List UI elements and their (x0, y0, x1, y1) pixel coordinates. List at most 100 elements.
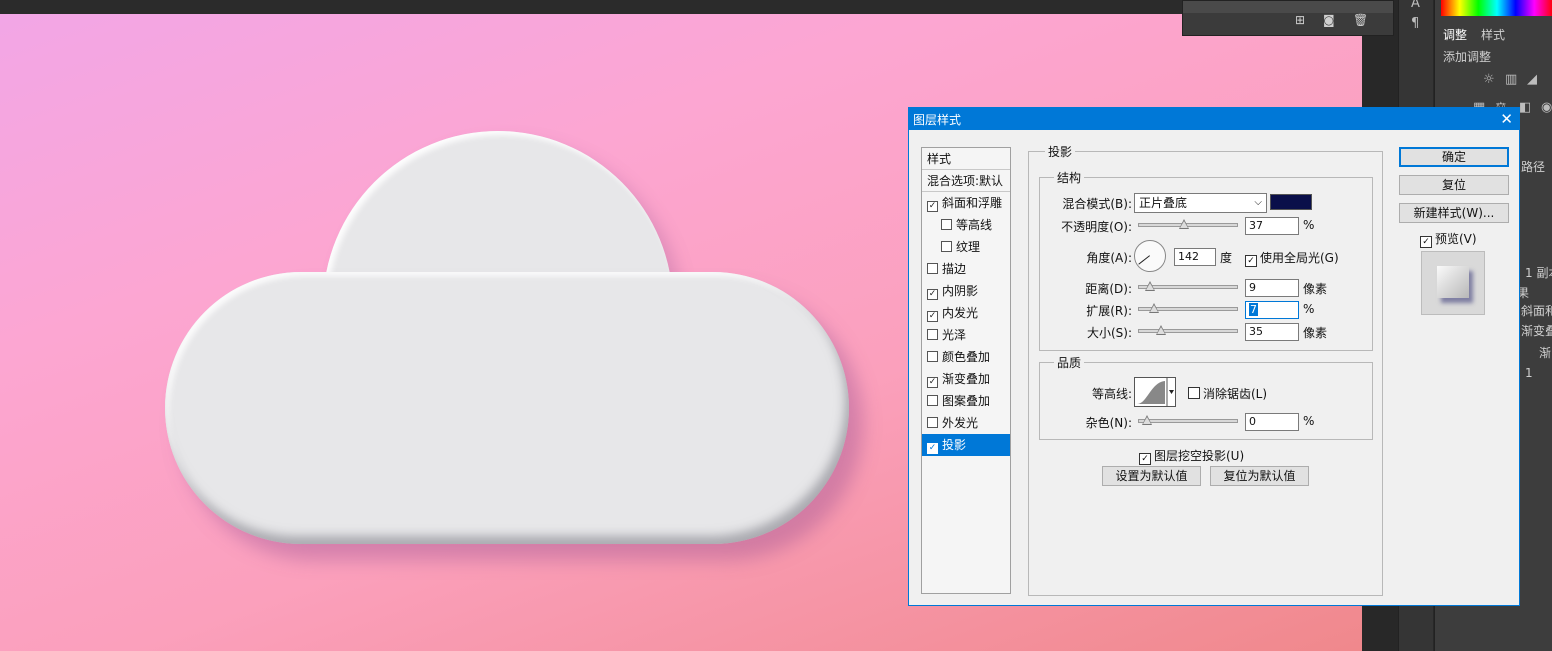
checkbox-box[interactable] (927, 395, 938, 406)
style-item[interactable]: 描边 (922, 258, 1010, 280)
style-item[interactable]: 图案叠加 (922, 390, 1010, 412)
layer-row-mini[interactable] (1183, 1, 1393, 13)
spread-input[interactable]: 7 (1245, 301, 1299, 319)
style-item[interactable]: 纹理 (922, 236, 1010, 258)
angle-label: 角度(A): (1086, 251, 1132, 265)
knockout-checkbox[interactable]: ✓ 图层挖空投影(U) (1139, 447, 1244, 465)
layer-one-name[interactable]: 1 (1525, 366, 1533, 380)
spread-slider[interactable] (1138, 303, 1238, 313)
fx-new-item[interactable]: 渐 (1539, 344, 1551, 361)
checkbox-box[interactable]: ✓ (927, 201, 938, 212)
fx-bevel-item[interactable]: 斜面和 (1521, 302, 1552, 319)
camera-icon[interactable]: ◙ (1323, 13, 1335, 27)
style-item[interactable]: 颜色叠加 (922, 346, 1010, 368)
antialias-checkbox[interactable]: 消除锯齿(L) (1188, 385, 1267, 402)
layer-style-dialog: 图层样式 ✕ 样式 混合选项:默认 ✓ 斜面和浮雕 等高线 纹理 描边 ✓ 内阴影 ✓ 内发光光… (908, 107, 1520, 606)
layer-copy-name[interactable]: 1 副本 (1525, 264, 1552, 281)
style-item-label: 图案叠加 (942, 394, 991, 408)
checkbox-box[interactable]: ✓ (927, 443, 938, 454)
close-icon[interactable]: ✕ (1500, 110, 1513, 128)
checkbox-box[interactable] (927, 417, 938, 428)
style-item[interactable]: 光泽 (922, 324, 1010, 346)
layers-mini-panel: ⊞ ◙ 🗑 (1182, 0, 1394, 36)
dialog-titlebar[interactable]: 图层样式 ✕ (909, 108, 1519, 130)
checkbox-box[interactable] (927, 329, 938, 340)
reset-default-button[interactable]: 复位为默认值 (1210, 466, 1309, 486)
style-item-label: 投影 (942, 438, 967, 452)
checkbox-box: ✓ (1420, 236, 1432, 248)
slider-thumb[interactable] (1179, 219, 1189, 229)
slider-thumb[interactable] (1149, 303, 1159, 313)
checkbox-box[interactable] (941, 219, 952, 230)
checkbox-box[interactable]: ✓ (927, 377, 938, 388)
distance-slider[interactable] (1138, 281, 1238, 291)
reset-button[interactable]: 复位 (1399, 175, 1509, 195)
paragraph-icon[interactable]: ¶ (1411, 16, 1419, 31)
checkbox-box[interactable]: ✓ (927, 289, 938, 300)
structure-legend: 结构 (1054, 169, 1085, 186)
checkbox-box: ✓ (1245, 255, 1257, 267)
style-item[interactable]: ✓ 内阴影 (922, 280, 1010, 302)
style-item[interactable]: ✓ 内发光 (922, 302, 1010, 324)
slider-thumb[interactable] (1142, 415, 1152, 425)
make-default-button[interactable]: 设置为默认值 (1102, 466, 1201, 486)
distance-input[interactable]: 9 (1245, 279, 1299, 297)
style-item[interactable]: ✓ 渐变叠加 (922, 368, 1010, 390)
section-title: 投影 (1045, 143, 1076, 160)
blend-mode-select[interactable]: 正片叠底 ⌵ (1134, 193, 1267, 213)
noise-label: 杂色(N): (1085, 416, 1132, 430)
contour-curve (1137, 378, 1174, 406)
brightness-icon[interactable]: ☼ (1483, 72, 1495, 87)
contour-picker[interactable] (1134, 377, 1176, 407)
noise-unit: % (1303, 414, 1315, 428)
character-icon[interactable]: A (1411, 0, 1420, 11)
noise-slider[interactable] (1138, 415, 1238, 425)
style-item[interactable]: 等高线 (922, 214, 1010, 236)
photo-filter-icon[interactable]: ◉ (1541, 100, 1552, 115)
checkbox-box[interactable]: ✓ (927, 311, 938, 322)
style-item[interactable]: ✓ 投影 (922, 434, 1010, 456)
blend-options-item[interactable]: 混合选项:默认 (922, 170, 1010, 192)
size-input[interactable]: 35 (1245, 323, 1299, 341)
shadow-color-swatch[interactable] (1270, 194, 1312, 210)
tab-styles[interactable]: 样式 (1481, 26, 1505, 43)
size-slider[interactable] (1138, 325, 1238, 335)
bw-icon[interactable]: ◧ (1519, 100, 1531, 115)
trash-icon[interactable]: 🗑 (1353, 13, 1368, 27)
noise-input[interactable]: 0 (1245, 413, 1299, 431)
quality-legend: 品质 (1054, 354, 1085, 371)
angle-needle (1138, 255, 1150, 265)
checkbox-box[interactable] (927, 351, 938, 362)
new-layer-icon[interactable]: ⊞ (1295, 13, 1305, 27)
slider-thumb[interactable] (1145, 281, 1155, 291)
checkbox-box (1188, 387, 1200, 399)
styles-header[interactable]: 样式 (922, 148, 1010, 170)
opacity-slider[interactable] (1138, 219, 1238, 229)
checkbox-box[interactable] (941, 241, 952, 252)
color-spectrum[interactable] (1441, 0, 1552, 16)
opacity-input[interactable]: 37 (1245, 217, 1299, 235)
angle-dial[interactable] (1134, 240, 1166, 272)
global-light-label: 使用全局光(G) (1260, 251, 1339, 265)
fx-gradient-item[interactable]: 渐变叠 (1521, 322, 1552, 339)
style-item[interactable]: ✓ 斜面和浮雕 (922, 192, 1010, 214)
checkbox-box[interactable] (927, 263, 938, 274)
ok-button[interactable]: 确定 (1399, 147, 1509, 167)
curves-icon[interactable]: ◢ (1527, 72, 1537, 87)
dialog-title: 图层样式 (913, 113, 962, 127)
slider-thumb[interactable] (1156, 325, 1166, 335)
angle-input[interactable]: 142 (1174, 248, 1216, 266)
chevron-down-icon: ⌵ (1254, 197, 1262, 208)
tab-paths[interactable]: 路径 (1521, 158, 1545, 175)
style-list: 样式 混合选项:默认 ✓ 斜面和浮雕 等高线 纹理 描边 ✓ 内阴影 ✓ 内发光 光泽 颜色叠加 ✓ 渐… (921, 147, 1011, 594)
style-item[interactable]: 外发光 (922, 412, 1010, 434)
preview-checkbox[interactable]: ✓ 预览(V) (1420, 230, 1477, 248)
levels-icon[interactable]: ▥ (1505, 72, 1517, 87)
global-light-checkbox[interactable]: ✓ 使用全局光(G) (1245, 249, 1339, 267)
new-style-button[interactable]: 新建样式(W)... (1399, 203, 1509, 223)
contour-label: 等高线: (1091, 387, 1132, 401)
style-item-label: 渐变叠加 (942, 372, 991, 386)
preview-label: 预览(V) (1435, 232, 1477, 246)
preview-thumbnail (1421, 251, 1485, 315)
tab-adjustments[interactable]: 调整 (1443, 26, 1467, 43)
